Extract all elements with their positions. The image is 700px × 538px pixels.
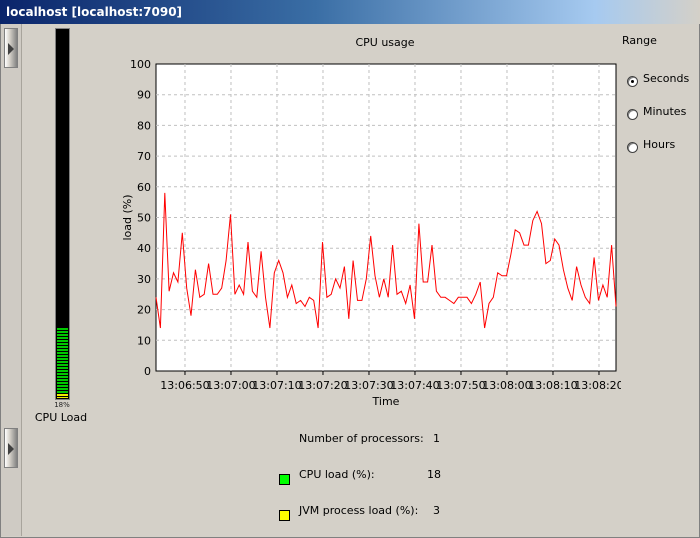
range-option-seconds[interactable]: Seconds xyxy=(627,70,690,87)
x-tick-label: 13:07:20 xyxy=(298,379,347,392)
y-tick-label: 20 xyxy=(137,304,151,317)
y-tick-label: 80 xyxy=(137,119,151,132)
x-tick-label: 13:07:10 xyxy=(252,379,301,392)
jvm-load-stat-value: 3 xyxy=(433,504,440,517)
window-title-bar[interactable]: localhost [localhost:7090] xyxy=(0,0,700,24)
left-splitter-bar[interactable] xyxy=(1,24,22,536)
y-tick-label: 40 xyxy=(137,242,151,255)
collapse-handle-bottom[interactable] xyxy=(4,428,18,468)
cpu-load-label: CPU Load xyxy=(34,411,88,424)
cpu-load-stat-value: 18 xyxy=(427,468,441,481)
jvm-load-swatch-icon xyxy=(279,510,290,521)
window-body: 18% CPU Load CPU usage 0 10 20 30 40 50 60 70 80 9… xyxy=(0,24,700,538)
cpu-usage-chart-svg: CPU usage010203040506070809010013:06:501… xyxy=(121,36,621,408)
jvm-load-stat-label: JVM process load (%): xyxy=(299,504,419,517)
processors-label: Number of processors: xyxy=(299,432,424,445)
range-option-label: Hours xyxy=(643,137,676,151)
x-axis-label: Time xyxy=(372,395,400,408)
cpu-load-meter-fill xyxy=(57,328,68,394)
x-tick-label: 13:08:10 xyxy=(528,379,577,392)
cpu-load-swatch-icon xyxy=(279,474,290,485)
y-tick-label: 30 xyxy=(137,273,151,286)
cpu-usage-chart: CPU usage 0 10 20 30 40 50 60 70 80 90 100 13:06:50 1… xyxy=(101,24,621,414)
range-option-label: Minutes xyxy=(643,104,687,118)
range-title: Range xyxy=(622,34,657,47)
cpu-load-stat-label: CPU load (%): xyxy=(299,468,375,481)
collapse-handle-top[interactable] xyxy=(4,28,18,68)
y-axis-label: load (%) xyxy=(121,194,134,240)
radio-seconds-icon[interactable] xyxy=(627,75,638,87)
cpu-load-percent: 18% xyxy=(54,401,70,409)
x-tick-label: 13:07:50 xyxy=(436,379,485,392)
range-option-label: Seconds xyxy=(643,71,690,85)
x-tick-label: 13:07:00 xyxy=(206,379,255,392)
x-tick-label: 13:08:00 xyxy=(482,379,531,392)
range-panel: Range Seconds Minutes Hours xyxy=(621,34,699,164)
range-option-hours[interactable]: Hours xyxy=(627,136,676,153)
window-title: localhost [localhost:7090] xyxy=(6,5,183,19)
chart-title: CPU usage xyxy=(355,36,414,49)
y-tick-label: 90 xyxy=(137,89,151,102)
radio-minutes-icon[interactable] xyxy=(627,108,638,120)
y-tick-label: 70 xyxy=(137,150,151,163)
radio-hours-icon[interactable] xyxy=(627,141,638,153)
y-tick-label: 10 xyxy=(137,334,151,347)
y-tick-label: 100 xyxy=(130,58,151,71)
x-tick-label: 13:08:20 xyxy=(574,379,621,392)
cpu-load-meter xyxy=(55,28,70,400)
x-tick-label: 13:07:30 xyxy=(344,379,393,392)
range-option-minutes[interactable]: Minutes xyxy=(627,103,687,120)
processors-value: 1 xyxy=(433,432,440,445)
y-tick-label: 50 xyxy=(137,212,151,225)
y-tick-label: 60 xyxy=(137,181,151,194)
jvm-load-meter-fill xyxy=(57,394,68,398)
x-tick-label: 13:07:40 xyxy=(390,379,439,392)
y-tick-label: 0 xyxy=(144,365,151,378)
x-tick-label: 13:06:50 xyxy=(160,379,209,392)
